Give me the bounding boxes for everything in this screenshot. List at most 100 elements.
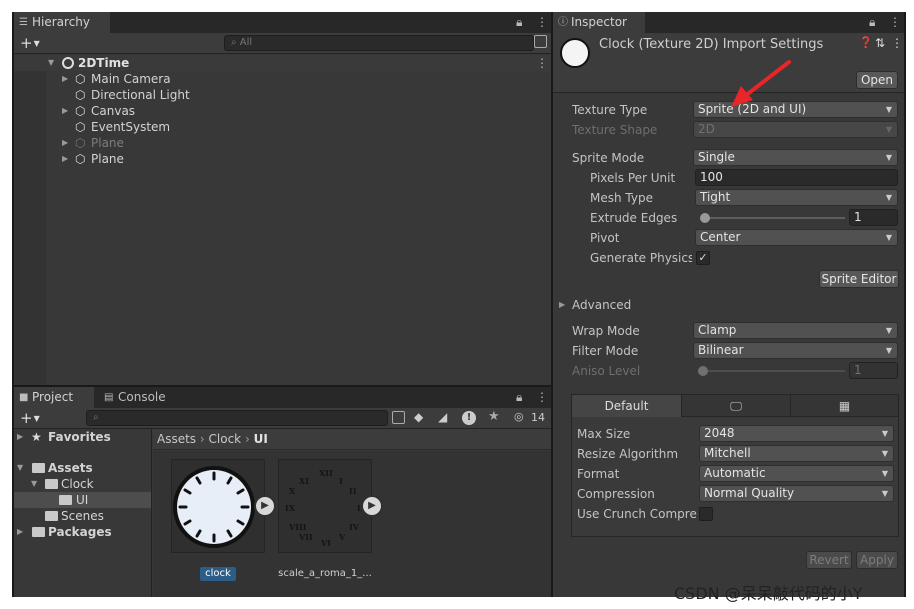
hierarchy-search-input[interactable]: ⌕ All <box>224 35 534 51</box>
sprite-editor-button[interactable]: Sprite Editor <box>819 270 899 288</box>
more-menu-icon[interactable]: ⋮ <box>536 387 548 408</box>
chevron-right-icon[interactable]: ▶ <box>62 71 68 87</box>
aniso-level-field: 1 <box>849 362 898 379</box>
tree-ui[interactable]: UI <box>14 492 151 508</box>
mesh-type-label: Mesh Type <box>590 191 653 205</box>
breadcrumb-item[interactable]: Assets <box>157 432 196 446</box>
texture-shape-dropdown: 2D ▼ <box>693 121 898 138</box>
filter-by-type-icon[interactable]: ◆ <box>414 410 423 424</box>
texture-shape-label: Texture Shape <box>572 123 658 137</box>
max-size-dropdown[interactable]: 2048 ▼ <box>699 425 894 442</box>
chevron-right-icon[interactable]: ▶ <box>62 151 68 167</box>
more-menu-icon[interactable]: ⋮ <box>889 12 901 33</box>
more-menu-icon[interactable]: ⋮ <box>536 12 548 33</box>
hierarchy-item[interactable]: ⬡ Directional Light <box>14 87 551 103</box>
folder-icon <box>59 495 72 505</box>
use-crunch-checkbox[interactable] <box>699 507 713 521</box>
filter-by-label-icon[interactable]: ◢ <box>438 410 447 424</box>
svg-text:IX: IX <box>285 503 296 513</box>
hierarchy-tree: ▼ 2DTime ⋮ ▶ ⬡ Main Camera ⬡ Directional Lig… <box>14 55 551 385</box>
tab-console[interactable]: ▤ Console <box>96 387 176 408</box>
lock-icon[interactable]: 🔒︎ <box>869 12 875 33</box>
asset-clock[interactable]: ▶ <box>171 459 276 553</box>
lock-icon[interactable]: 🔒︎ <box>516 12 522 33</box>
compression-dropdown[interactable]: Normal Quality ▼ <box>699 485 894 502</box>
platform-tab-standalone[interactable]: 🖵︎ <box>682 395 791 417</box>
hierarchy-item-label: Canvas <box>91 104 136 118</box>
hierarchy-item-label: EventSystem <box>91 120 171 134</box>
chevron-right-icon[interactable]: ▶ <box>17 429 23 445</box>
svg-text:VII: VII <box>298 532 313 542</box>
lock-icon[interactable]: 🔒︎ <box>516 387 522 408</box>
asset-scale-roma-name[interactable]: scale_a_roma_1_... <box>277 567 373 581</box>
apply-button[interactable]: Apply <box>856 551 898 569</box>
scene-visibility-icon[interactable] <box>534 35 547 48</box>
filter-mode-dropdown[interactable]: Bilinear ▼ <box>693 342 898 359</box>
pivot-dropdown[interactable]: Center ▼ <box>695 229 898 246</box>
create-dropdown-button[interactable]: +▼ <box>20 409 40 428</box>
breadcrumb-item[interactable]: Clock <box>209 432 242 446</box>
resize-algorithm-dropdown[interactable]: Mitchell ▼ <box>699 445 894 462</box>
platform-tab-default[interactable]: Default <box>572 395 682 417</box>
open-button[interactable]: Open <box>856 71 898 89</box>
project-search-input[interactable]: ⌕ <box>86 410 388 426</box>
chevron-down-icon: ▼ <box>885 233 892 242</box>
mesh-type-value: Tight <box>700 190 731 204</box>
extrude-edges-slider-track[interactable] <box>700 217 845 219</box>
create-dropdown-button[interactable]: +▼ <box>20 34 40 53</box>
gameobject-cube-icon: ⬡ <box>75 88 86 102</box>
revert-button[interactable]: Revert <box>806 551 852 569</box>
tab-project[interactable]: ■ Project <box>14 387 94 408</box>
hierarchy-item[interactable]: ▶ ⬡ Canvas <box>14 103 551 119</box>
breadcrumb-item[interactable]: UI <box>254 432 268 446</box>
extrude-edges-slider-handle[interactable] <box>700 213 710 223</box>
presets-icon[interactable]: ⇅ <box>875 36 885 50</box>
hierarchy-item[interactable]: ⬡ EventSystem <box>14 119 551 135</box>
aniso-level-value: 1 <box>854 363 862 377</box>
hierarchy-window: ☰ Hierarchy 🔒︎ ⋮ +▼ ⌕ All ▼ 2DTime ⋮ ▶ ⬡ Ma… <box>14 12 551 385</box>
tab-inspector[interactable]: ⓘ Inspector <box>553 12 645 33</box>
chevron-down-icon: ▼ <box>885 125 892 134</box>
expand-subassets-button[interactable]: ▶ <box>361 495 383 517</box>
folder-icon: ■ <box>19 392 29 403</box>
generate-physics-checkbox[interactable]: ✓ <box>696 251 710 265</box>
help-icon[interactable]: ❓ <box>859 36 873 49</box>
chevron-down-icon[interactable]: ▼ <box>31 476 37 492</box>
pivot-value: Center <box>700 230 741 244</box>
chevron-right-icon[interactable]: ▶ <box>62 135 68 151</box>
asset-scale-roma[interactable]: XIIVI IXIII III IVV VIIVIII XXI ▶ <box>278 459 383 553</box>
format-dropdown[interactable]: Automatic ▼ <box>699 465 894 482</box>
chevron-right-icon[interactable]: ▶ <box>17 524 23 540</box>
pixels-per-unit-field[interactable]: 100 <box>695 169 898 186</box>
svg-text:XII: XII <box>319 468 333 478</box>
hierarchy-item[interactable]: ▶ ⬡ Main Camera <box>14 71 551 87</box>
extrude-edges-field[interactable]: 1 <box>849 209 898 226</box>
scene-row[interactable]: ▼ 2DTime ⋮ <box>14 55 551 71</box>
scene-menu-icon[interactable]: ⋮ <box>536 55 548 71</box>
filter-mode-value: Bilinear <box>698 343 744 357</box>
settings-menu-icon[interactable]: ⋮ <box>891 36 903 50</box>
search-by-type-icon[interactable] <box>392 411 405 424</box>
project-tabbar: ■ Project ▤ Console 🔒︎ ⋮ <box>14 387 551 408</box>
favorite-star-icon[interactable]: ★ <box>488 409 500 424</box>
hierarchy-item[interactable]: ▶ ⬡ Plane <box>14 135 551 151</box>
hidden-packages-icon[interactable]: ◎ <box>514 410 524 423</box>
asset-clock-name[interactable]: clock <box>200 567 236 581</box>
mesh-type-dropdown[interactable]: Tight ▼ <box>695 189 898 206</box>
svg-text:VI: VI <box>320 538 331 548</box>
search-placeholder: All <box>239 37 253 48</box>
expand-subassets-button[interactable]: ▶ <box>254 495 276 517</box>
checkmark-icon: ✓ <box>698 251 708 264</box>
sprite-mode-dropdown[interactable]: Single ▼ <box>693 149 898 166</box>
platform-tab-webgl[interactable]: ▦ <box>791 395 898 417</box>
chevron-right-icon[interactable]: ▶ <box>62 103 68 119</box>
texture-preview-icon <box>560 38 590 68</box>
tab-hierarchy[interactable]: ☰ Hierarchy <box>14 12 110 33</box>
hierarchy-toolbar: +▼ ⌕ All <box>14 33 551 54</box>
wrap-mode-dropdown[interactable]: Clamp ▼ <box>693 322 898 339</box>
hierarchy-item[interactable]: ▶ ⬡ Plane <box>14 151 551 167</box>
chevron-down-icon[interactable]: ▼ <box>48 55 54 71</box>
warning-icon[interactable]: ! <box>462 411 476 425</box>
advanced-label: Advanced <box>572 298 632 312</box>
chevron-down-icon[interactable]: ▼ <box>17 460 23 476</box>
